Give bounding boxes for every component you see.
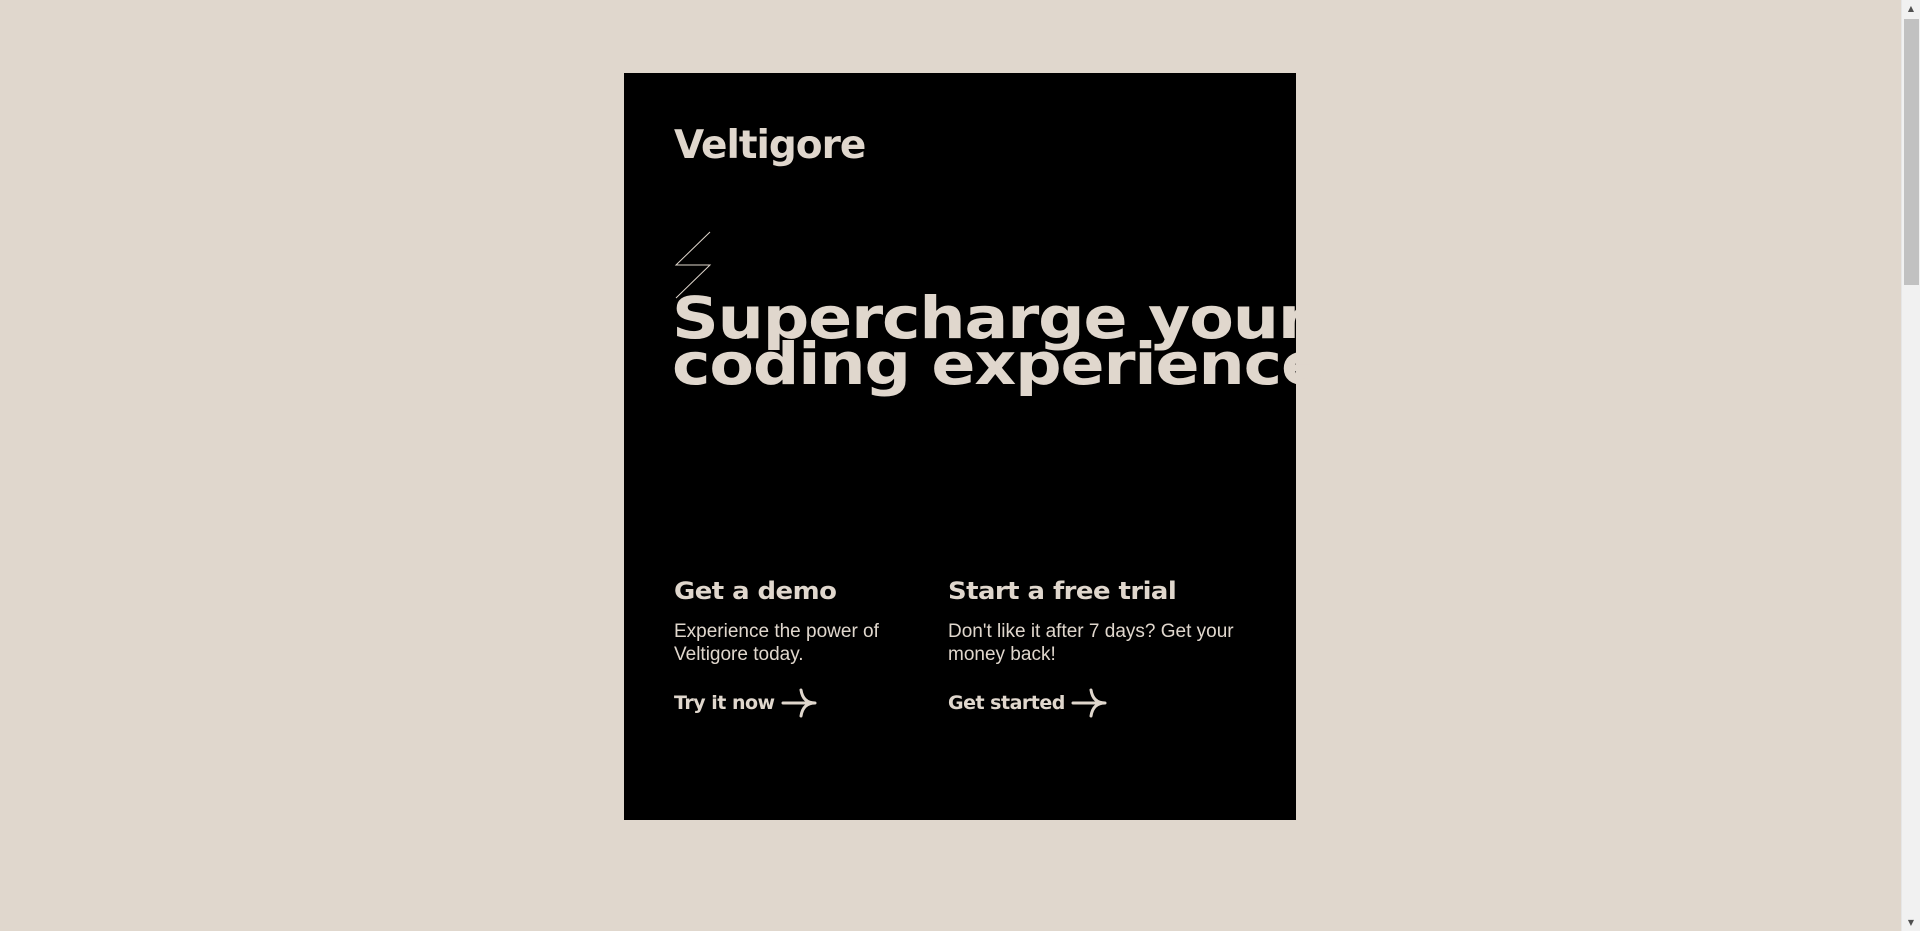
hero-headline: Supercharge your coding experience: [672, 284, 1325, 398]
demo-description: Experience the power of Veltigore today.: [674, 621, 879, 665]
scroll-down-arrow-icon[interactable]: ▼: [1902, 914, 1920, 931]
scroll-up-arrow-icon[interactable]: ▲: [1902, 0, 1920, 17]
demo-offer: Get a demo Experience the power of Velti…: [674, 576, 914, 718]
try-it-now-label: Try it now: [674, 692, 775, 714]
get-started-label: Get started: [948, 692, 1065, 714]
trial-title: Start a free trial: [948, 577, 1177, 605]
vertical-scrollbar[interactable]: ▲ ▼: [1901, 0, 1920, 931]
get-started-link[interactable]: Get started: [948, 688, 1109, 718]
demo-title: Get a demo: [674, 577, 837, 605]
arrow-right-icon: [1071, 688, 1107, 718]
scrollbar-thumb[interactable]: [1904, 19, 1919, 285]
promo-card: Veltigore Supercharge your coding experi…: [624, 73, 1325, 820]
brand-logo: Veltigore: [674, 123, 866, 168]
page: Veltigore Supercharge your coding experi…: [0, 0, 1920, 931]
trial-offer: Start a free trial Don't like it after 7…: [948, 576, 1248, 718]
try-it-now-link[interactable]: Try it now: [674, 688, 819, 718]
trial-description: Don't like it after 7 days? Get your mon…: [948, 621, 1234, 665]
arrow-right-icon: [781, 688, 817, 718]
